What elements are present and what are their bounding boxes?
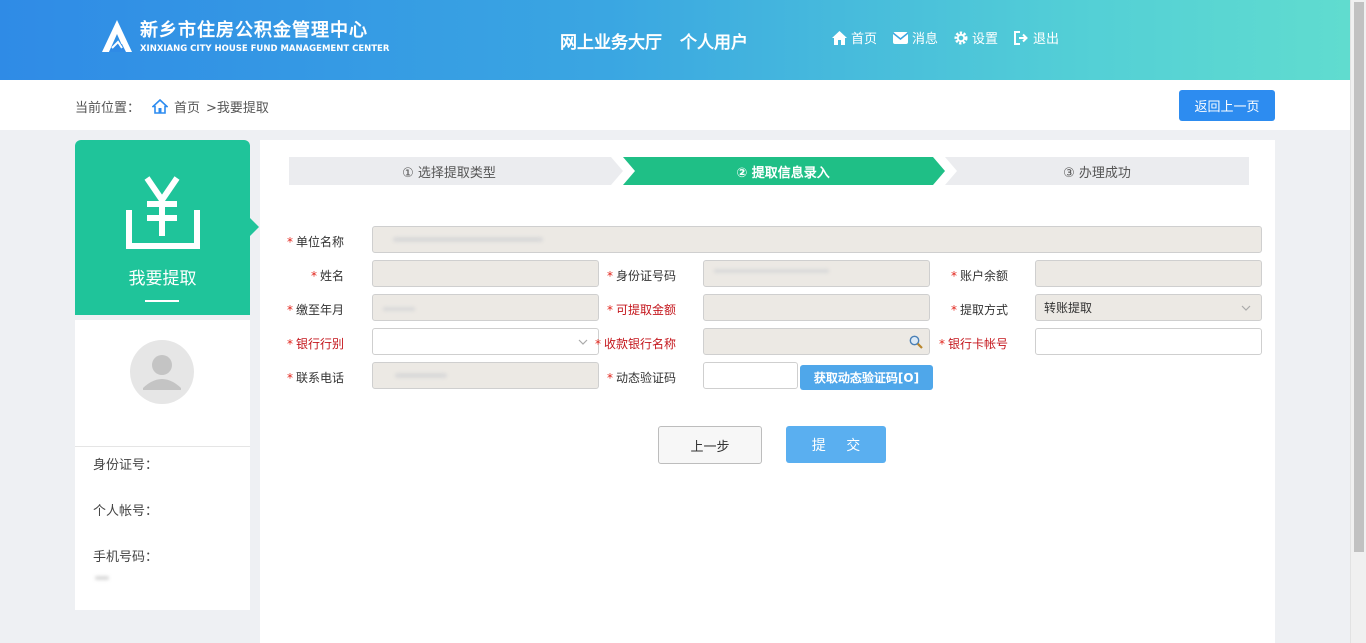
nav-home[interactable]: 首页 — [831, 28, 877, 47]
card-underline — [145, 300, 179, 302]
nav-messages-label: 消息 — [911, 32, 938, 47]
verify-code-input[interactable] — [703, 362, 798, 389]
app-header: 新乡市住房公积金管理中心 XINXIANG CITY HOUSE FUND MA… — [0, 0, 1350, 80]
id-number-input[interactable] — [703, 260, 930, 287]
withdraw-card: 我要提取 — [75, 140, 259, 315]
top-nav: 首页 消息 设置 退出 — [831, 28, 1075, 47]
logo: 新乡市住房公积金管理中心 XINXIANG CITY HOUSE FUND MA… — [100, 18, 389, 56]
withdrawable-label: * 可提取金额 — [606, 303, 676, 317]
logout-icon — [1013, 30, 1028, 45]
bank-type-label: * 银行行别 — [286, 337, 344, 351]
user-avatar-icon — [143, 355, 181, 390]
card-number-input[interactable] — [1035, 328, 1262, 355]
profile-id-label: 身份证号： — [93, 458, 159, 473]
mail-icon — [892, 31, 908, 44]
profile-phone-value-redacted — [95, 576, 109, 580]
method-label: * 提取方式 — [950, 303, 1008, 317]
home-icon — [152, 99, 169, 114]
logo-chinese-name: 新乡市住房公积金管理中心 — [140, 20, 368, 41]
card-pointer — [250, 218, 259, 236]
card-title: 我要提取 — [128, 269, 197, 289]
nav-logout[interactable]: 退出 — [1013, 28, 1059, 47]
submit-button[interactable]: 提 交 — [786, 426, 886, 463]
card-number-label: * 银行卡帐号 — [938, 337, 1008, 351]
company-name-redacted — [393, 237, 543, 242]
company-name-input[interactable] — [372, 226, 1262, 253]
breadcrumb-bar: 当前位置： 首页 >我要提取 返回上一页 — [0, 80, 1350, 130]
id-number-redacted — [714, 269, 829, 273]
withdraw-method-select[interactable]: 转账提取 — [1035, 294, 1262, 321]
step-complete: ③ 办理成功 — [1063, 165, 1131, 181]
vertical-scrollbar[interactable] — [1350, 0, 1366, 643]
get-code-button[interactable]: 获取动态验证码[O] — [800, 365, 933, 390]
bank-type-select[interactable] — [372, 328, 599, 355]
home-icon — [831, 30, 847, 45]
company-label: * 单位名称 — [286, 235, 344, 249]
logo-english-name: XINXIANG CITY HOUSE FUND MANAGEMENT CENT… — [140, 44, 390, 54]
breadcrumb-home[interactable]: 首页 — [174, 97, 200, 116]
yen-withdraw-icon — [126, 176, 200, 249]
logo-icon — [102, 20, 132, 52]
profile-phone-label: 手机号码： — [93, 550, 159, 565]
breadcrumb-prefix: 当前位置： — [75, 101, 141, 116]
main-panel: ① 选择提取类型 ② 提取信息录入 ③ 办理成功 * 单位名称 * 姓名 * 身份证号… — [260, 140, 1275, 643]
phone-redacted — [395, 373, 447, 378]
nav-logout-label: 退出 — [1032, 32, 1059, 47]
paid-until-redacted — [383, 307, 415, 311]
phone-input[interactable] — [372, 362, 599, 389]
gear-icon — [954, 31, 968, 44]
scrollbar-thumb[interactable] — [1354, 2, 1364, 552]
step-enter-info: ② 提取信息录入 — [736, 165, 830, 181]
breadcrumb-current: >我要提取 — [206, 101, 269, 116]
paid-until-input[interactable] — [372, 294, 599, 321]
profile-account-label: 个人帐号： — [93, 504, 159, 519]
user-profile-panel: 身份证号： 个人帐号： 手机号码： — [75, 320, 250, 610]
step-select-type: ① 选择提取类型 — [402, 165, 496, 181]
withdrawable-amount-input[interactable] — [703, 294, 930, 321]
verify-code-label: * 动态验证码 — [606, 371, 676, 385]
chevron-down-icon — [578, 339, 588, 345]
chevron-down-icon — [1241, 305, 1251, 311]
phone-label: * 联系电话 — [286, 371, 344, 385]
balance-label: * 账户余额 — [950, 269, 1008, 283]
user-type: 个人用户 — [680, 33, 748, 53]
back-button[interactable]: 返回上一页 — [1179, 90, 1275, 121]
prev-step-button[interactable]: 上一步 — [658, 426, 762, 464]
breadcrumb: 当前位置： 首页 >我要提取 — [75, 97, 269, 116]
nav-settings[interactable]: 设置 — [954, 28, 998, 47]
paid-until-label: * 缴至年月 — [286, 303, 344, 317]
name-label: * 姓名 — [310, 269, 344, 283]
nav-messages[interactable]: 消息 — [892, 28, 938, 47]
profile-divider — [75, 446, 250, 447]
balance-input[interactable] — [1035, 260, 1262, 287]
nav-home-label: 首页 — [850, 32, 877, 47]
withdraw-method-value: 转账提取 — [1044, 301, 1093, 315]
name-input[interactable] — [372, 260, 599, 287]
portal-name: 网上业务大厅 — [560, 33, 662, 53]
portal-title: 网上业务大厅 个人用户 — [560, 28, 766, 53]
avatar — [130, 340, 194, 404]
nav-settings-label: 设置 — [971, 32, 998, 47]
bank-name-input[interactable] — [703, 328, 930, 355]
search-icon[interactable] — [909, 335, 923, 349]
bank-name-label: * 收款银行名称 — [594, 337, 676, 351]
id-number-label: * 身份证号码 — [606, 269, 676, 283]
